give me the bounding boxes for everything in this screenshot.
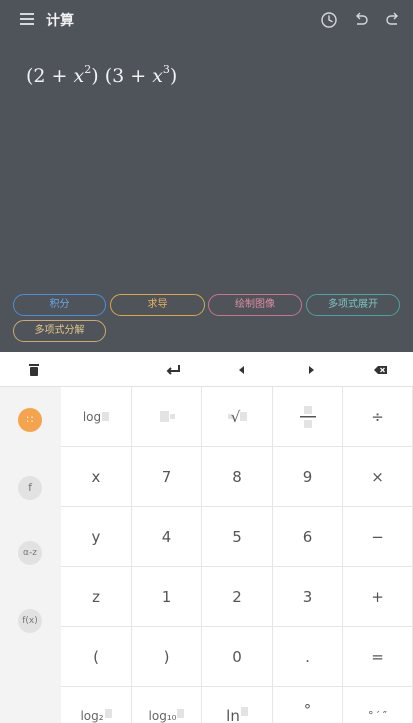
expr-text: ) <box>91 65 99 87</box>
key-minus[interactable]: − <box>343 507 413 567</box>
key-4[interactable]: 4 <box>132 507 202 567</box>
key-divide[interactable]: ÷ <box>343 387 413 447</box>
key-log[interactable]: log <box>61 387 132 447</box>
key-5[interactable]: 5 <box>202 507 273 567</box>
backspace-icon[interactable] <box>372 361 390 379</box>
expr-text: (2 + <box>26 65 74 87</box>
key-open-paren[interactable]: ( <box>61 627 132 687</box>
expr-text: (3 + <box>104 65 153 87</box>
key-1[interactable]: 1 <box>132 567 202 627</box>
key-label: log₂ <box>80 709 104 723</box>
key-dms[interactable]: ° ′ ″ <box>343 687 413 723</box>
alphabet-keypad-button[interactable]: α-z <box>18 541 42 565</box>
key-y[interactable]: y <box>61 507 132 567</box>
key-z[interactable]: z <box>61 567 132 627</box>
keypad-grid: log √ ÷ x 7 8 9 × y 4 5 6 − z 1 2 3 + ( … <box>61 387 413 723</box>
key-6[interactable]: 6 <box>273 507 343 567</box>
key-7[interactable]: 7 <box>132 447 202 507</box>
history-icon[interactable] <box>320 11 338 29</box>
right-arrow-icon[interactable] <box>302 361 320 379</box>
key-close-paren[interactable]: ) <box>132 627 202 687</box>
derivative-button[interactable]: 求导 <box>110 294 205 316</box>
basic-keypad-button[interactable]: ∷ <box>18 408 42 432</box>
plot-graph-button[interactable]: 绘制图像 <box>208 294 302 316</box>
left-arrow-icon[interactable] <box>233 361 251 379</box>
fx-keypad-button[interactable]: f(x) <box>18 609 42 633</box>
key-plus[interactable]: + <box>343 567 413 627</box>
key-log10[interactable]: log₁₀ <box>132 687 202 723</box>
key-label: log <box>82 409 102 424</box>
trash-icon[interactable] <box>25 361 43 379</box>
keyboard-toolbar <box>0 352 413 387</box>
key-multiply[interactable]: × <box>343 447 413 507</box>
polynomial-factor-button[interactable]: 多项式分解 <box>13 320 106 342</box>
key-2[interactable]: 2 <box>202 567 273 627</box>
key-8[interactable]: 8 <box>202 447 273 507</box>
key-ln[interactable]: ln <box>202 687 273 723</box>
math-expression[interactable]: (2 + x2) (3 + x3) <box>26 63 177 87</box>
expr-variable: x <box>152 65 163 87</box>
key-decimal[interactable]: . <box>273 627 343 687</box>
expr-variable: x <box>73 65 85 87</box>
key-nth-root[interactable]: √ <box>202 387 273 447</box>
expr-exponent: 3 <box>162 63 170 76</box>
function-keypad-button[interactable]: f <box>18 476 42 500</box>
enter-icon[interactable] <box>164 361 182 379</box>
key-degree[interactable]: ° <box>273 687 343 723</box>
key-equals[interactable]: = <box>343 627 413 687</box>
key-3[interactable]: 3 <box>273 567 343 627</box>
fraction-icon <box>299 405 316 428</box>
key-log2[interactable]: log₂ <box>61 687 132 723</box>
key-power[interactable] <box>132 387 202 447</box>
integrate-button[interactable]: 积分 <box>13 294 106 316</box>
key-fraction[interactable] <box>273 387 343 447</box>
menu-icon[interactable] <box>20 13 34 25</box>
key-x[interactable]: x <box>61 447 132 507</box>
key-label: ln <box>226 707 240 723</box>
app-bar: 计算 <box>0 0 413 40</box>
expr-text: ) <box>169 65 178 87</box>
key-0[interactable]: 0 <box>202 627 273 687</box>
key-label: log₁₀ <box>148 709 177 723</box>
key-label: √ <box>230 407 241 426</box>
polynomial-expand-button[interactable]: 多项式展开 <box>306 294 400 316</box>
page-title: 计算 <box>46 13 74 29</box>
keyboard-mode-panel: ∷ f α-z f(x) <box>0 387 61 723</box>
display-area: 计算 (2 + x2) (3 + x3) 积分 求导 绘制图像 多项式展开 多项… <box>0 0 413 352</box>
key-9[interactable]: 9 <box>273 447 343 507</box>
undo-icon[interactable] <box>352 11 370 29</box>
redo-icon[interactable] <box>384 11 402 29</box>
